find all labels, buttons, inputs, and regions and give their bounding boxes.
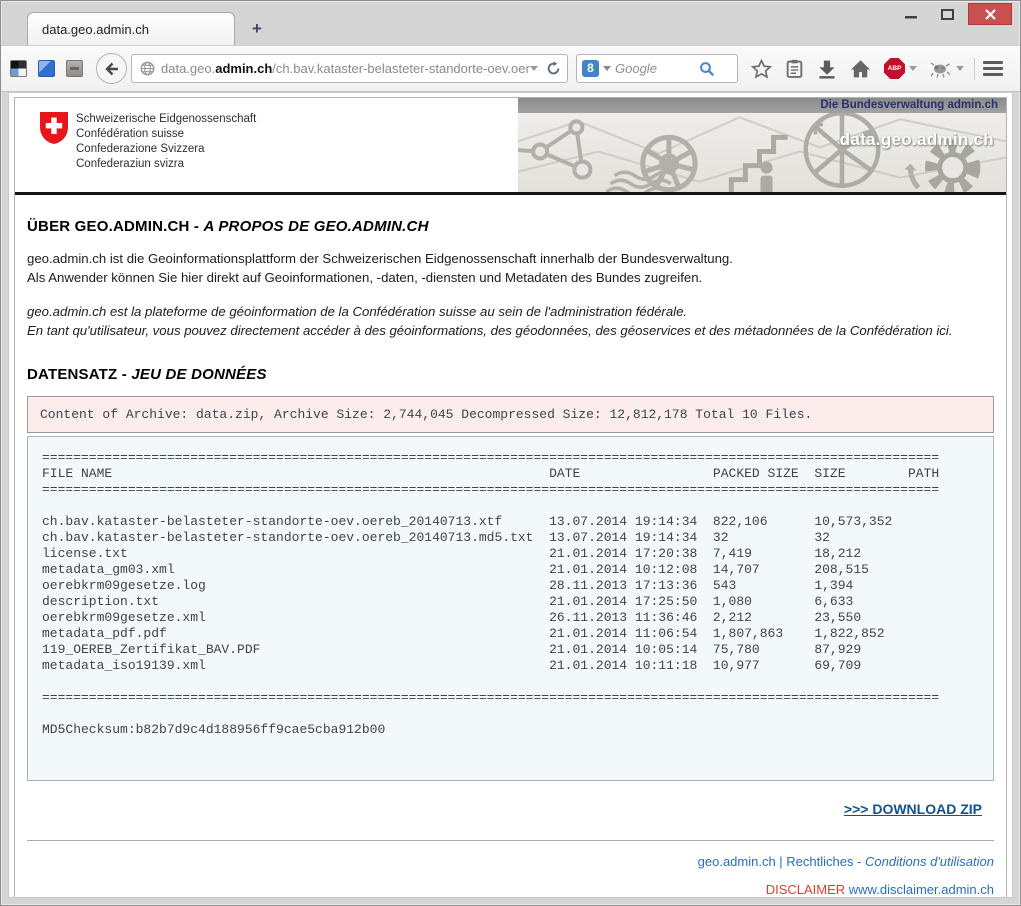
navigation-toolbar: data.geo.admin.ch/ch.bav.kataster-belast… xyxy=(1,45,1020,92)
back-arrow-icon xyxy=(104,61,120,77)
dataset-heading: DATENSATZ - JEU DE DONNÉES xyxy=(27,366,994,383)
plugin-button[interactable] xyxy=(930,54,964,84)
close-button[interactable] xyxy=(968,3,1012,25)
adblock-plus-button[interactable]: ABP xyxy=(884,54,917,84)
about-paragraph-fr: geo.admin.ch est la plateforme de géoinf… xyxy=(27,303,994,340)
search-input[interactable] xyxy=(615,61,699,76)
tab-title: data.geo.admin.ch xyxy=(42,22,149,37)
site-title: data.geo.admin.ch xyxy=(840,130,994,150)
banner-artwork: data.geo.admin.ch xyxy=(518,113,1006,192)
disclaimer-label: DISCLAIMER xyxy=(766,882,845,897)
bookmark-star-button[interactable] xyxy=(751,54,772,84)
clipboard-icon xyxy=(785,59,804,79)
browser-tab[interactable]: data.geo.admin.ch xyxy=(27,12,235,45)
close-icon xyxy=(985,9,996,20)
search-icon[interactable] xyxy=(699,61,715,77)
swiss-coat-of-arms-icon xyxy=(39,111,69,145)
back-button[interactable] xyxy=(96,53,127,84)
download-row: >>> DOWNLOAD ZIP xyxy=(27,781,994,819)
plugin-dropdown-icon[interactable] xyxy=(956,66,964,71)
window-controls xyxy=(896,3,1012,25)
browser-window: data.geo.admin.ch + xyxy=(0,0,1021,906)
browser-viewport: Schweizerische Eidgenossenschaft Confédé… xyxy=(8,92,1013,898)
file-listing: ========================================… xyxy=(27,436,994,781)
minimize-icon xyxy=(905,9,917,19)
about-heading: ÜBER GEO.ADMIN.CH - A PROPOS DE GEO.ADMI… xyxy=(27,218,994,235)
banner-right: Die Bundesverwaltung admin.ch xyxy=(518,98,1006,192)
extension-archive-icon[interactable] xyxy=(66,60,83,77)
url-text[interactable]: data.geo.admin.ch/ch.bav.kataster-belast… xyxy=(161,61,530,76)
abp-icon: ABP xyxy=(884,58,905,79)
bookmarks-menu-button[interactable] xyxy=(785,54,804,84)
titlebar: data.geo.admin.ch + xyxy=(1,1,1020,45)
reload-icon[interactable] xyxy=(546,61,561,76)
admin-ch-bar[interactable]: Die Bundesverwaltung admin.ch xyxy=(518,98,1006,113)
search-bar[interactable]: 8 xyxy=(576,54,738,83)
disclaimer-link: www.disclaimer.admin.ch xyxy=(845,882,994,897)
search-engine-dropdown-icon[interactable] xyxy=(603,66,611,71)
archive-summary-box: Content of Archive: data.zip, Archive Si… xyxy=(27,396,994,433)
extension-screenshot-icon[interactable] xyxy=(10,60,27,77)
menu-button[interactable] xyxy=(983,54,1003,84)
globe-icon xyxy=(140,61,155,76)
page-content: ÜBER GEO.ADMIN.CH - A PROPOS DE GEO.ADMI… xyxy=(15,195,1006,819)
about-paragraph-de: geo.admin.ch ist die Geoinformationsplat… xyxy=(27,250,994,287)
extension-window-icon[interactable] xyxy=(38,60,55,77)
minimize-button[interactable] xyxy=(896,3,926,25)
page-container: Schweizerische Eidgenossenschaft Confédé… xyxy=(14,97,1007,898)
confederation-logo-block: Schweizerische Eidgenossenschaft Confédé… xyxy=(15,98,518,192)
abp-dropdown-icon[interactable] xyxy=(909,66,917,71)
footer-disclaimer[interactable]: DISCLAIMER www.disclaimer.admin.ch xyxy=(15,869,1006,898)
star-icon xyxy=(751,59,772,79)
maximize-button[interactable] xyxy=(932,3,962,25)
site-header: Schweizerische Eidgenossenschaft Confédé… xyxy=(15,98,1006,195)
home-icon xyxy=(850,59,871,79)
banner-art-icon xyxy=(518,113,1006,192)
plugin-icon xyxy=(930,59,951,78)
confederation-names: Schweizerische Eidgenossenschaft Confédé… xyxy=(76,112,256,172)
new-tab-button[interactable]: + xyxy=(244,19,270,39)
download-arrow-icon xyxy=(817,59,837,79)
home-button[interactable] xyxy=(850,54,871,84)
url-dropdown-icon[interactable] xyxy=(530,66,538,71)
downloads-button[interactable] xyxy=(817,54,837,84)
hamburger-icon xyxy=(983,61,1003,76)
toolbar-divider xyxy=(974,58,975,80)
google-search-engine-icon[interactable]: 8 xyxy=(582,60,599,77)
footer-links[interactable]: geo.admin.ch | Rechtliches - Conditions … xyxy=(15,841,1006,869)
maximize-icon xyxy=(941,9,954,20)
url-bar[interactable]: data.geo.admin.ch/ch.bav.kataster-belast… xyxy=(131,54,568,83)
download-zip-link[interactable]: >>> DOWNLOAD ZIP xyxy=(844,801,982,817)
